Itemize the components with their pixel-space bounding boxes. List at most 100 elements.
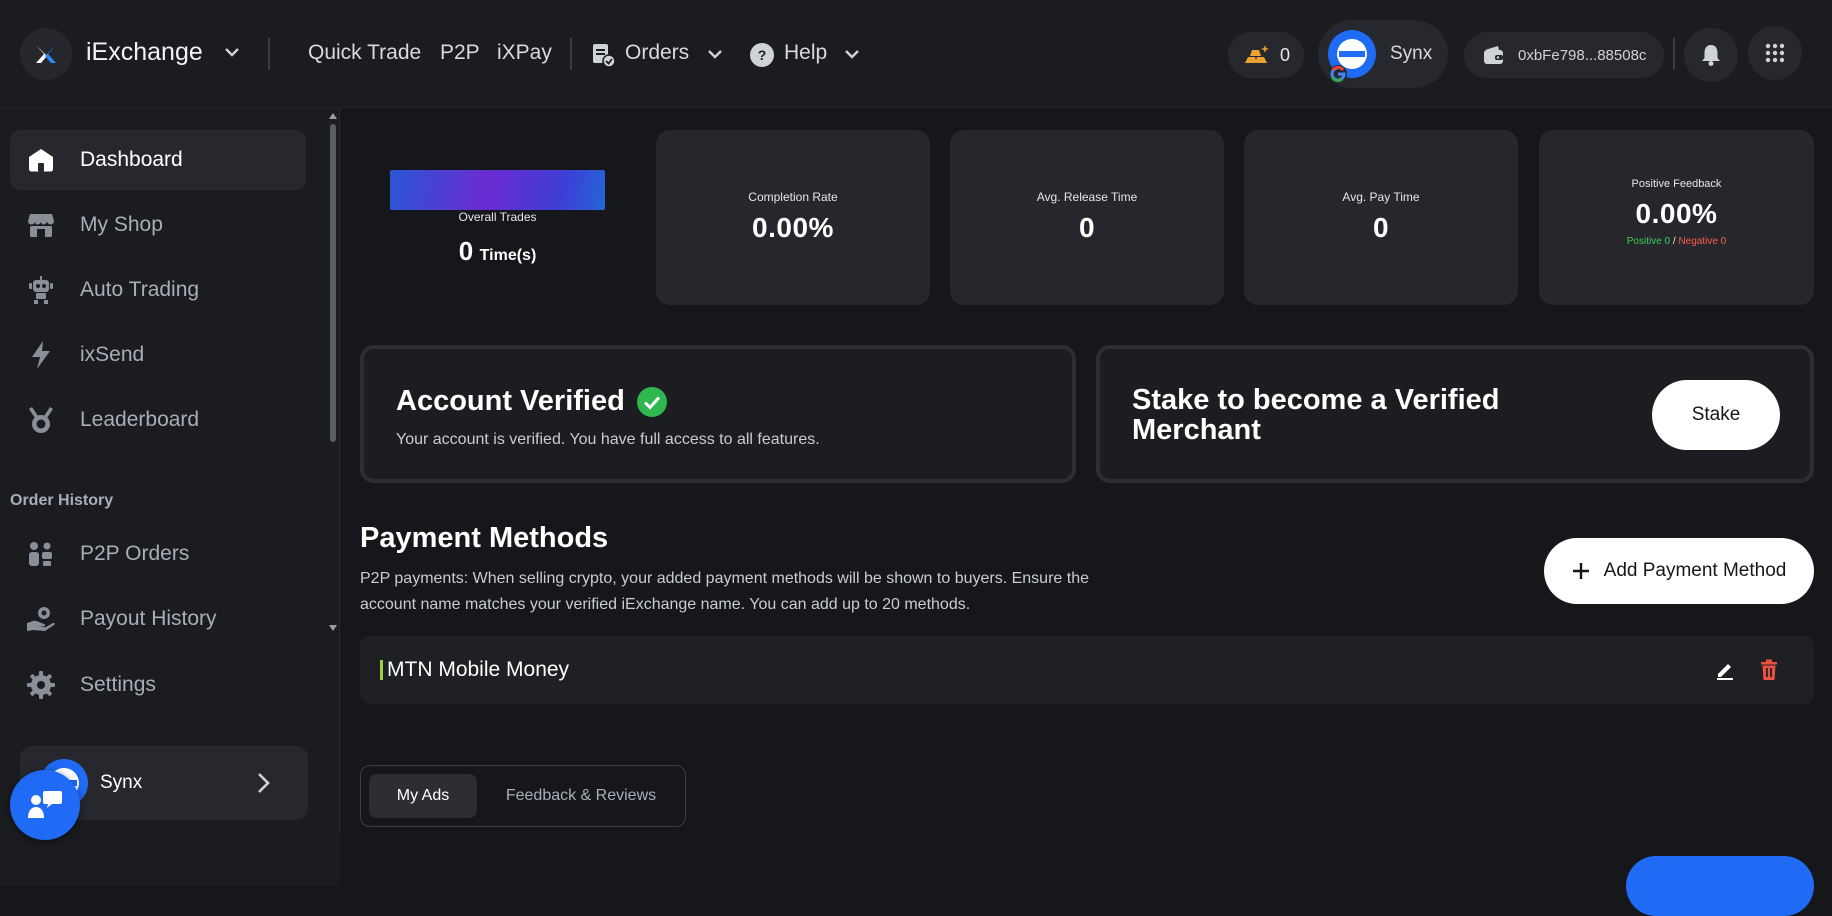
overall-trades-unit: Time(s) [479,247,537,264]
hand-coin-icon [26,604,56,634]
users-icon [26,539,56,569]
points-badge[interactable]: 0 [1228,32,1304,78]
orders-icon [593,44,616,68]
wallet-address-button[interactable]: 0xbFe798...88508c [1464,32,1664,78]
gold-bars-icon [1245,45,1269,63]
feedback-negative: Negative 0 [1678,236,1727,247]
tab-feedback-reviews[interactable]: Feedback & Reviews [483,774,679,818]
sidebar-item-p2p-orders[interactable]: P2P Orders [10,524,306,584]
plus-icon [1572,563,1589,579]
completion-rate-card: Completion Rate 0.00% [656,130,930,305]
stake-title: Stake to become a Verified Merchant [1132,384,1500,446]
feedback-breakdown: Positive 0 / Negative 0 [1539,236,1814,247]
notifications-button[interactable] [1684,28,1738,82]
brand-name[interactable]: iExchange [86,38,203,67]
sidebar-item-leaderboard[interactable]: Leaderboard [10,390,306,450]
sidebar-item-label: Settings [80,673,156,696]
help-icon: ? [750,43,774,67]
wallet-icon [1484,46,1503,64]
description-line: account name matches your verified iExch… [360,596,971,613]
account-verified-card: Account Verified Your account is verifie… [360,345,1076,483]
payment-methods-title: Payment Methods [360,522,609,554]
wallet-address: 0xbFe798...88508c [1518,46,1647,64]
divider [268,38,270,70]
payment-method-name: MTN Mobile Money [387,658,570,681]
account-verified-title: Account Verified [396,385,625,417]
nav-help[interactable]: Help [784,41,827,65]
chevron-down-icon[interactable] [222,42,242,62]
edit-icon[interactable] [1715,660,1735,680]
sidebar-scroll-thumb[interactable] [330,124,336,442]
stake-card: Stake to become a Verified Merchant Stak… [1096,345,1814,483]
chevron-down-icon[interactable] [705,44,725,64]
positive-feedback-card: Positive Feedback 0.00% Positive 0 / Neg… [1539,130,1814,305]
nav-p2p[interactable]: P2P [440,41,480,65]
robot-icon [26,275,56,305]
google-icon [1329,65,1347,83]
lightning-icon [26,340,56,370]
payment-method-row: MTN Mobile Money [360,636,1814,704]
chevron-down-icon[interactable] [842,44,862,64]
overall-trades-label: Overall Trades [458,210,537,224]
post-ad-button[interactable] [1626,856,1814,916]
stat-label: Completion Rate [748,190,838,204]
sidebar-item-label: P2P Orders [80,542,190,565]
account-verified-text: Your account is verified. You have full … [396,431,820,448]
stat-value: 0 [1372,212,1390,243]
stat-label: Avg. Release Time [1036,190,1138,204]
stat-value: 0 [1078,212,1096,243]
sidebar-item-my-shop[interactable]: My Shop [10,195,306,255]
logo-x-icon [36,45,56,63]
iexchange-logo[interactable] [20,28,72,80]
stat-label: Positive Feedback [1631,178,1722,190]
support-chat-button[interactable] [10,770,80,840]
stake-button[interactable]: Stake [1652,380,1780,450]
description-line: P2P payments: When selling crypto, your … [360,570,1089,587]
svg-text:?: ? [758,47,767,63]
grid-menu-icon [1765,43,1785,63]
nav-orders[interactable]: Orders [625,41,689,65]
add-payment-method-button[interactable]: Add Payment Method [1544,538,1814,604]
medal-icon [26,405,56,435]
account-verified-title-row: Account Verified [396,385,667,418]
sidebar-item-label: Dashboard [80,148,183,171]
sidebar-user-name: Synx [100,772,143,793]
feedback-positive: Positive 0 [1626,236,1671,247]
avatar [1328,30,1376,83]
divider [339,108,340,832]
points-count: 0 [1280,44,1291,65]
user-menu[interactable]: Synx [1318,20,1448,88]
add-payment-method-label: Add Payment Method [1603,560,1787,581]
sidebar-item-auto-trading[interactable]: Auto Trading [10,260,306,320]
bell-icon [1702,45,1720,66]
sidebar-item-payout-history[interactable]: Payout History [10,589,306,649]
stat-label: Avg. Pay Time [1342,190,1420,204]
sidebar-section-title: Order History [10,492,114,509]
sidebar: Dashboard My Shop Auto Trading ixSend Le… [0,108,340,886]
divider [570,38,572,70]
tab-my-ads[interactable]: My Ads [369,774,477,818]
avg-release-time-card: Avg. Release Time 0 [950,130,1224,305]
sidebar-item-label: My Shop [80,213,163,236]
apps-menu-button[interactable] [1748,26,1802,80]
chat-bubbles-icon [28,791,62,818]
method-accent-bar [380,660,383,680]
stat-value: 0.00% [752,212,834,243]
overall-trades-value: 0 [458,236,474,266]
nav-quick-trade[interactable]: Quick Trade [308,41,421,65]
overall-trades-value-row: 0 Time(s) [390,236,605,267]
sidebar-item-settings[interactable]: Settings [10,655,306,715]
avg-pay-time-card: Avg. Pay Time 0 [1244,130,1518,305]
sidebar-item-dashboard[interactable]: Dashboard [10,130,306,190]
top-navigation-bar: iExchange Quick Trade P2P iXPay Orders ?… [0,0,1832,108]
nav-ixpay[interactable]: iXPay [497,41,552,65]
ads-tabs: My Ads Feedback & Reviews [360,765,686,827]
gear-icon [26,670,56,700]
delete-icon[interactable] [1760,659,1778,681]
home-icon [26,145,56,175]
sidebar-item-ixsend[interactable]: ixSend [10,325,306,385]
scroll-down-icon [329,625,337,631]
stat-value: 0.00% [1635,198,1718,229]
sidebar-item-label: Leaderboard [80,408,200,431]
feedback-separator: / [1672,236,1676,247]
